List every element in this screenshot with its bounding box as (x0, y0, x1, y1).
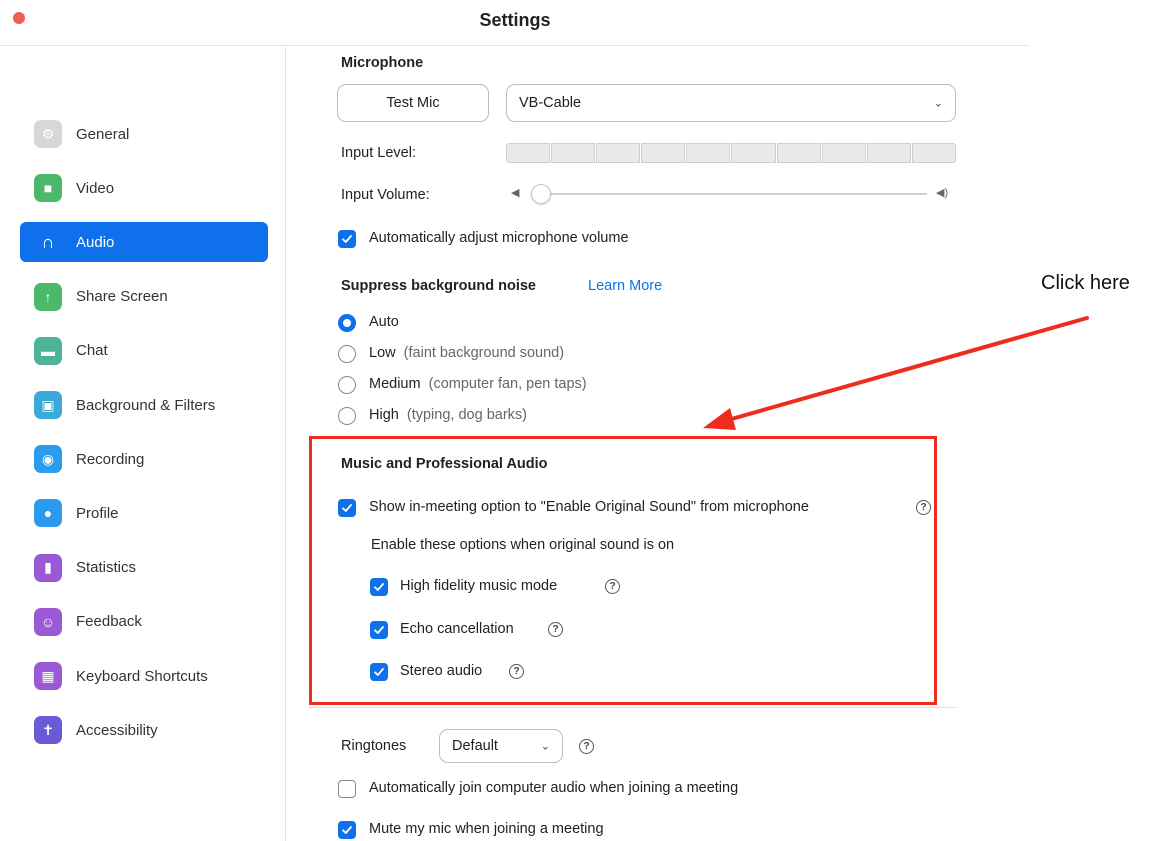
sidebar-item-label: Recording (76, 450, 145, 468)
keyboard-icon: ▦ (34, 662, 62, 690)
input-level-segment (821, 143, 866, 163)
sidebar-item-label: Feedback (76, 613, 142, 631)
sidebar-item-background-filters[interactable]: ▣ Background & Filters (20, 385, 268, 425)
sidebar-item-recording[interactable]: ◉ Recording (20, 439, 268, 479)
chevron-down-icon: ⌄ (933, 97, 943, 110)
sidebar-item-label: Statistics (76, 559, 137, 577)
profile-icon: ● (34, 499, 62, 528)
sidebar-item-keyboard-shortcuts[interactable]: ▦ Keyboard Shortcuts (20, 656, 268, 696)
share-screen-icon: ↑ (34, 282, 62, 311)
input-level-segment (911, 143, 956, 163)
noise-high-label: High (369, 407, 399, 423)
learn-more-link[interactable]: Learn More (588, 278, 662, 294)
noise-low-option: Low (faint background sound) (369, 345, 564, 361)
ringtones-value: Default (452, 738, 498, 754)
input-level-segment (551, 143, 596, 163)
test-mic-button[interactable]: Test Mic (337, 84, 489, 122)
help-icon[interactable]: ? (579, 739, 594, 754)
input-level-segment (641, 143, 686, 163)
noise-high-hint: (typing, dog barks) (406, 407, 527, 423)
input-level-segment (731, 143, 776, 163)
sidebar-item-video[interactable]: ■ Video (20, 168, 268, 208)
auto-adjust-mic-label: Automatically adjust microphone volume (369, 230, 629, 246)
noise-low-hint: (faint background sound) (403, 345, 565, 361)
sidebar-item-share-screen[interactable]: ↑ Share Screen (20, 277, 268, 317)
sidebar-item-accessibility[interactable]: ✝ Accessibility (20, 710, 268, 750)
record-icon: ◉ (34, 445, 62, 474)
accessibility-icon: ✝ (34, 716, 62, 745)
sidebar-item-chat[interactable]: ▬ Chat (20, 331, 268, 371)
window-title: Settings (479, 10, 551, 30)
auto-join-audio-checkbox[interactable] (338, 780, 356, 798)
sidebar-item-label: General (76, 125, 130, 143)
sidebar-item-label: Accessibility (76, 721, 158, 739)
noise-low-radio[interactable] (338, 345, 356, 363)
sidebar-item-feedback[interactable]: ☺ Feedback (20, 602, 268, 642)
input-volume-slider-thumb[interactable] (531, 184, 551, 204)
microphone-device-value: VB-Cable (519, 95, 582, 111)
sidebar-item-label: Share Screen (76, 288, 168, 306)
noise-medium-label: Medium (369, 376, 421, 392)
volume-high-icon: ◀) (936, 187, 949, 199)
person-card-icon: ▣ (34, 391, 62, 419)
settings-sidebar: ⚙ General ■ Video ∩ Audio ↑ Share Screen ▬ Chat ▣ B… (0, 47, 286, 841)
noise-auto-radio[interactable] (338, 314, 356, 332)
headphones-icon: ∩ (41, 231, 55, 252)
input-volume-slider[interactable] (533, 193, 927, 195)
sidebar-item-label: Keyboard Shortcuts (76, 667, 208, 685)
auto-adjust-mic-checkbox[interactable] (338, 230, 356, 248)
chat-bubble-icon: ▬ (34, 336, 62, 365)
noise-medium-hint: (computer fan, pen taps) (428, 376, 587, 392)
noise-low-label: Low (369, 345, 396, 361)
auto-join-audio-label: Automatically join computer audio when j… (369, 780, 739, 796)
mute-mic-checkbox[interactable] (338, 821, 356, 839)
sidebar-item-label: Video (76, 179, 115, 197)
microphone-section-title: Microphone (341, 55, 424, 71)
input-volume-label: Input Volume: (341, 187, 430, 203)
section-divider (309, 707, 957, 708)
suppress-noise-title: Suppress background noise (341, 278, 536, 294)
input-level-segment (866, 143, 911, 163)
sidebar-item-label: Profile (76, 504, 119, 522)
highlight-box (309, 436, 937, 705)
input-level-segment (686, 143, 731, 163)
noise-medium-radio[interactable] (338, 376, 356, 394)
noise-high-radio[interactable] (338, 407, 356, 425)
gear-icon: ⚙ (34, 120, 62, 148)
sidebar-item-label: Audio (76, 233, 115, 251)
microphone-device-select[interactable]: VB-Cable ⌄ (506, 84, 956, 122)
sidebar-item-audio[interactable]: ∩ Audio (20, 222, 268, 263)
sidebar-item-general[interactable]: ⚙ General (20, 114, 268, 154)
video-camera-icon: ■ (34, 174, 62, 203)
smiley-icon: ☺ (34, 607, 62, 636)
sidebar-item-label: Background & Filters (76, 396, 216, 414)
input-level-segment (506, 143, 551, 163)
sidebar-item-profile[interactable]: ● Profile (20, 493, 268, 533)
input-level-meter (506, 143, 956, 163)
sidebar-item-statistics[interactable]: ▮ Statistics (20, 548, 268, 588)
noise-medium-option: Medium (computer fan, pen taps) (369, 376, 587, 392)
input-level-segment (776, 143, 821, 163)
annotation-text: Click here (1041, 272, 1130, 294)
ringtones-label: Ringtones (341, 738, 407, 754)
noise-auto-label: Auto (369, 314, 399, 330)
chevron-down-icon: ⌄ (540, 740, 550, 753)
mute-mic-label: Mute my mic when joining a meeting (369, 821, 604, 837)
sidebar-item-label: Chat (76, 342, 108, 360)
noise-high-option: High (typing, dog barks) (369, 407, 527, 423)
title-bar: Settings (0, 0, 1030, 46)
ringtones-select[interactable]: Default ⌄ (439, 729, 563, 763)
bar-chart-icon: ▮ (34, 553, 62, 582)
input-level-segment (596, 143, 641, 163)
volume-low-icon: ◀ (511, 187, 520, 199)
input-level-label: Input Level: (341, 145, 416, 161)
